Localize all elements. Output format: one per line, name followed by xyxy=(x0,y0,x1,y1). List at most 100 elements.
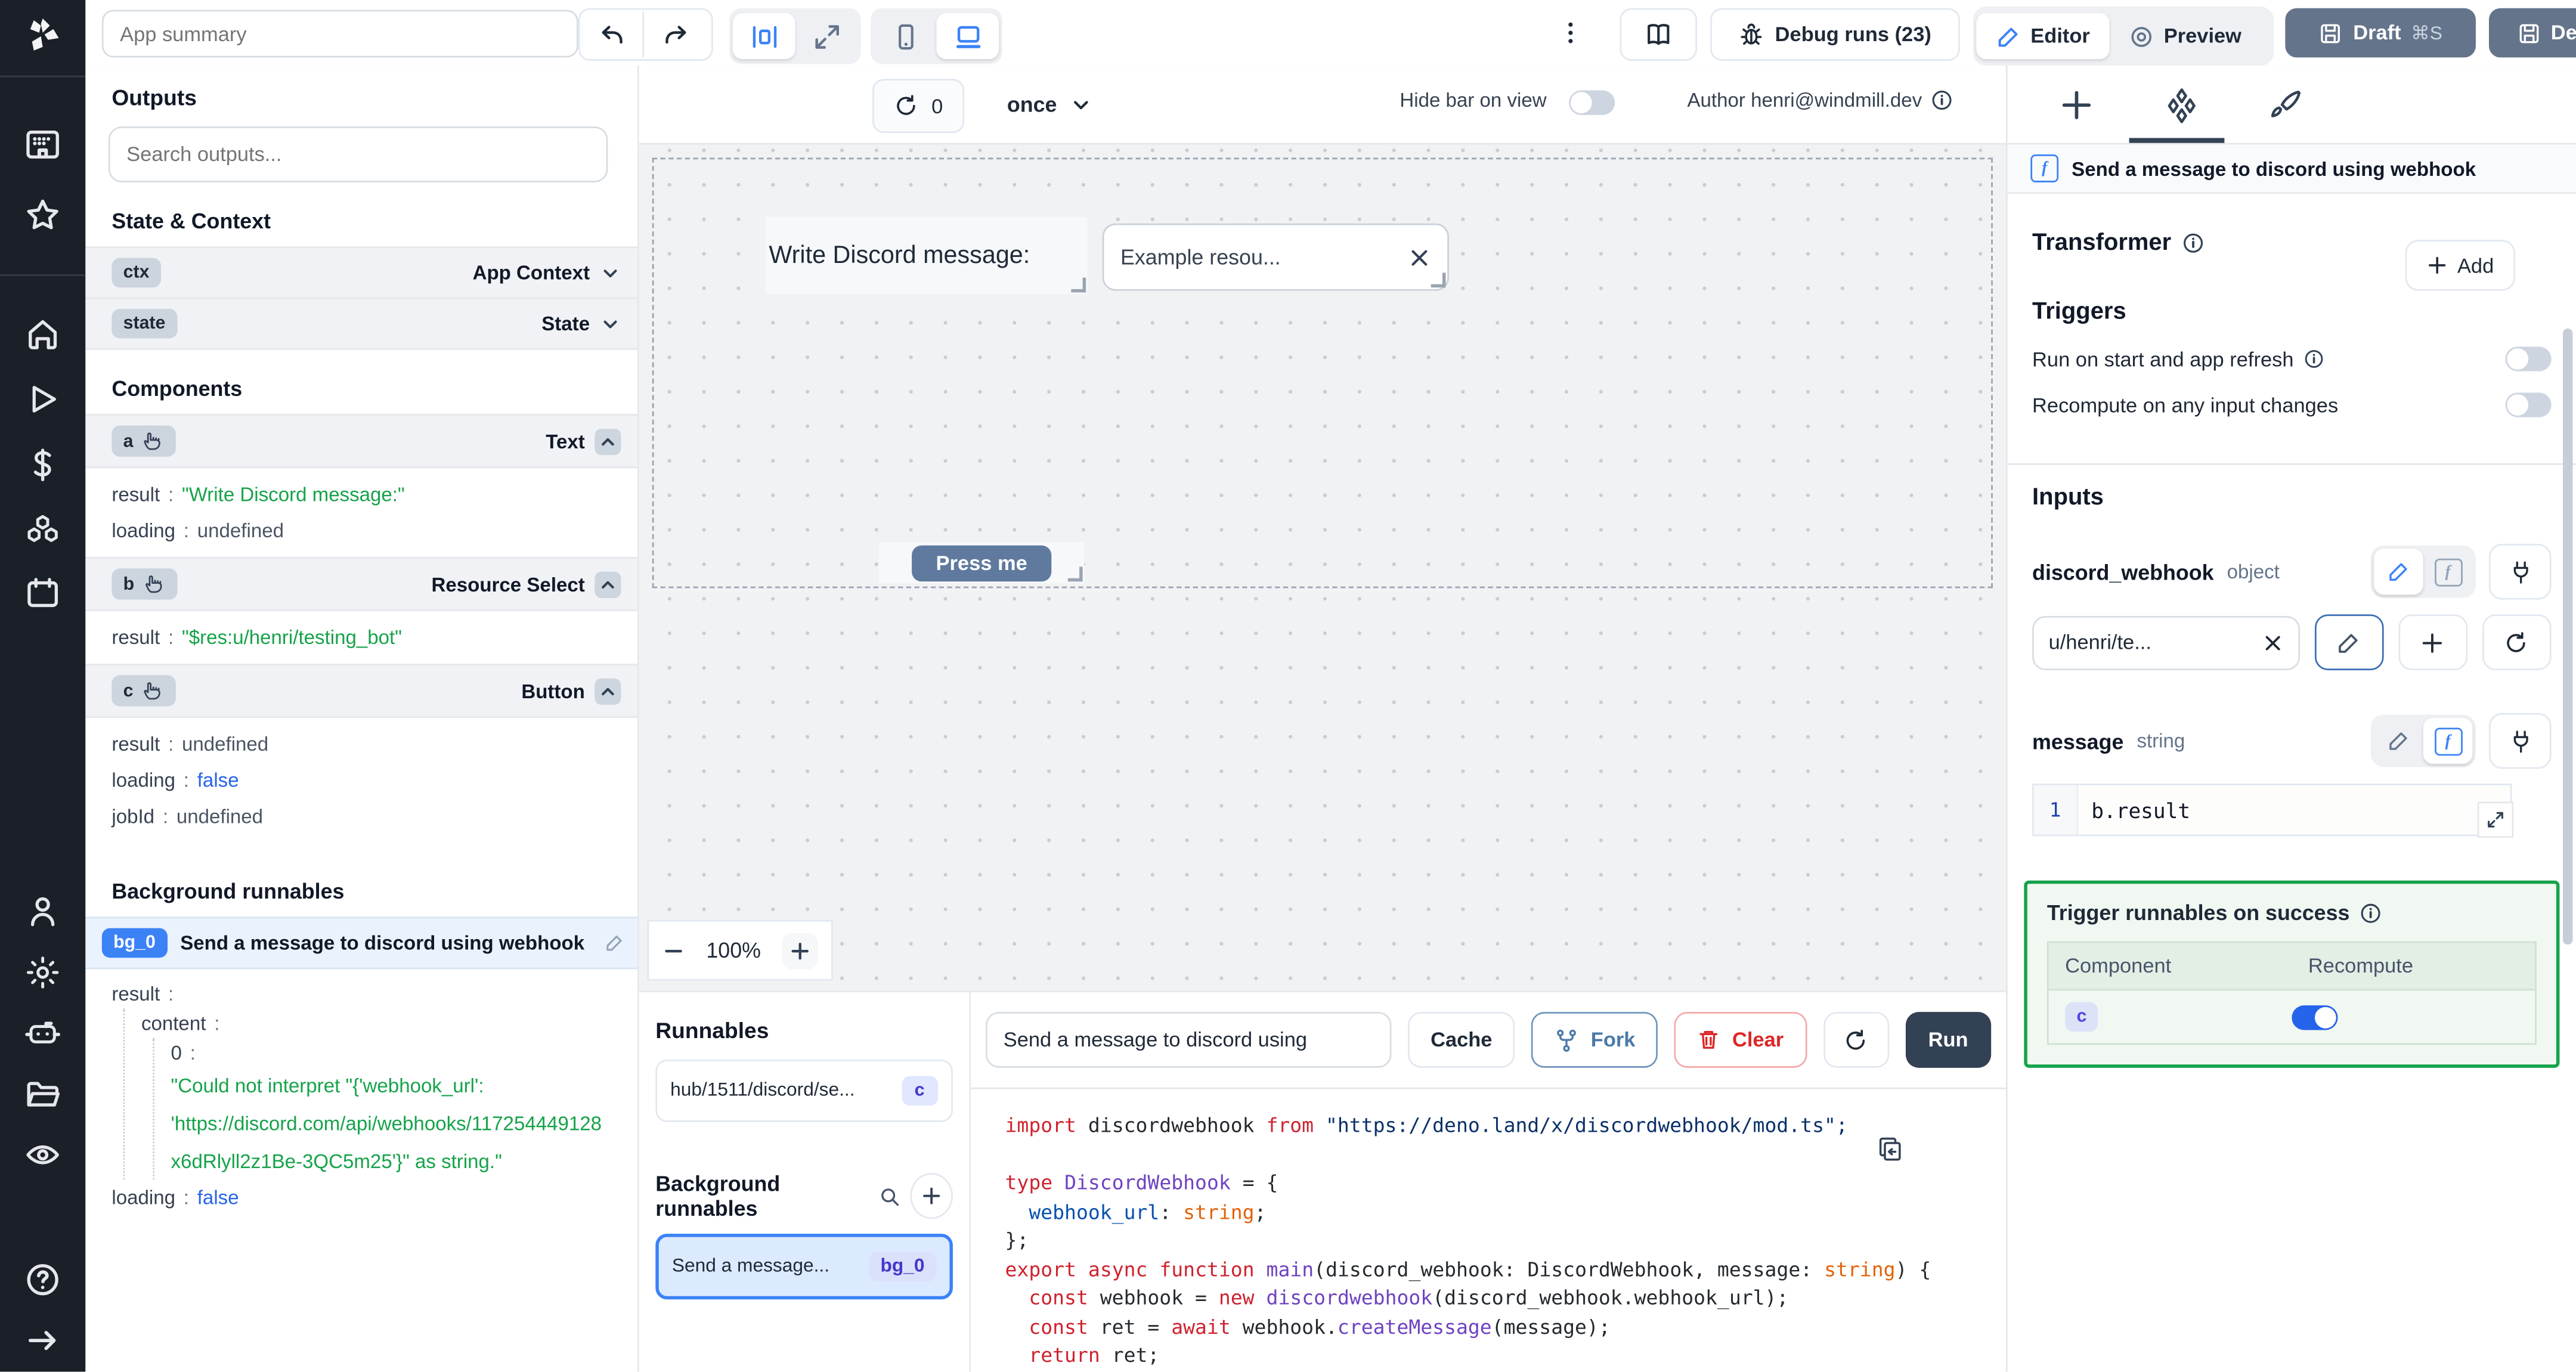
resize-handle[interactable] xyxy=(1071,277,1086,293)
add-transformer-button[interactable]: Add xyxy=(2404,240,2516,291)
preview-eye-icon xyxy=(2129,24,2154,48)
star-icon[interactable] xyxy=(24,197,61,234)
eval-f-icon[interactable]: f xyxy=(2423,717,2473,764)
recompute-toggle[interactable] xyxy=(2505,392,2552,417)
table-row: c xyxy=(2049,990,2535,1043)
selected-runnable-header[interactable]: f Send a message to discord using webhoo… xyxy=(2007,144,2576,194)
undo-button[interactable] xyxy=(580,11,644,58)
plug-icon-button[interactable] xyxy=(2488,713,2552,769)
copy-code-icon[interactable] xyxy=(1876,1135,1904,1163)
arrow-right-icon[interactable] xyxy=(24,1323,61,1359)
refresh-resource-button[interactable] xyxy=(2482,614,2552,671)
search-icon[interactable] xyxy=(878,1185,900,1207)
recompute-c-toggle[interactable] xyxy=(2292,1004,2338,1030)
add-bg-runnable-button[interactable] xyxy=(909,1173,953,1219)
resource-select-component[interactable]: Example resou... xyxy=(1102,223,1449,291)
tab-settings-components-icon[interactable] xyxy=(2163,87,2200,123)
info-icon[interactable] xyxy=(2303,348,2325,370)
scrollbar-thumb[interactable] xyxy=(2562,329,2573,945)
resize-handle[interactable] xyxy=(1067,566,1083,582)
apps-icon[interactable] xyxy=(24,126,61,163)
clear-x-icon[interactable] xyxy=(1408,246,1431,269)
dollar-icon[interactable] xyxy=(24,447,61,483)
search-outputs-input[interactable] xyxy=(108,126,608,182)
docs-button[interactable] xyxy=(1620,8,1698,61)
debug-runs-button[interactable]: Debug runs (23) xyxy=(1710,8,1960,61)
mobile-icon[interactable] xyxy=(874,13,937,59)
component-a-header[interactable]: a Text xyxy=(85,414,637,469)
static-pen-icon[interactable] xyxy=(2374,718,2423,764)
tab-styling-brush-icon[interactable] xyxy=(2267,87,2303,123)
person-icon[interactable] xyxy=(24,894,61,930)
calendar-icon[interactable] xyxy=(24,575,61,611)
line-number: 1 xyxy=(2033,785,2079,835)
tab-insert-plus-icon[interactable] xyxy=(2058,87,2095,123)
robot-icon[interactable] xyxy=(24,1015,61,1052)
app-summary-input[interactable] xyxy=(101,10,578,58)
button-component-wrapper[interactable]: Press me xyxy=(878,542,1085,584)
kebab-menu-icon[interactable] xyxy=(1558,17,1584,49)
expand-editor-icon[interactable] xyxy=(2477,801,2514,838)
refresh-count-button[interactable]: 0 xyxy=(872,79,965,134)
state-row[interactable]: state State xyxy=(85,299,637,350)
clear-x-icon[interactable] xyxy=(2262,631,2283,653)
info-icon[interactable] xyxy=(2360,901,2383,924)
deploy-button[interactable]: Deploy xyxy=(2488,8,2576,58)
press-me-button[interactable]: Press me xyxy=(912,544,1052,581)
clear-button[interactable]: Clear xyxy=(1674,1012,1807,1068)
expand-icon[interactable] xyxy=(795,13,857,59)
ctx-row[interactable]: ctx App Context xyxy=(85,246,637,299)
home-icon[interactable] xyxy=(24,315,61,352)
app-canvas[interactable]: Write Discord message: Example resou... … xyxy=(639,144,2006,991)
frequency-dropdown[interactable]: once xyxy=(990,79,1109,129)
redo-button[interactable] xyxy=(644,11,707,57)
hide-bar-toggle[interactable] xyxy=(1569,90,1615,115)
runnable-name-input[interactable] xyxy=(985,1012,1391,1068)
gear-icon[interactable] xyxy=(24,955,61,991)
chevron-down-icon[interactable] xyxy=(600,262,621,283)
edit-resource-pencil-button[interactable] xyxy=(2314,614,2384,671)
info-icon[interactable] xyxy=(2181,231,2205,255)
info-icon[interactable] xyxy=(1930,89,1953,112)
runnable-item[interactable]: hub/1511/discord/se... c xyxy=(655,1060,953,1122)
desktop-icon[interactable] xyxy=(936,13,999,60)
chevron-up-icon[interactable] xyxy=(595,677,621,704)
text-component[interactable]: Write Discord message: xyxy=(765,216,1088,295)
fork-button[interactable]: Fork xyxy=(1531,1012,1659,1068)
component-b-header[interactable]: b Resource Select xyxy=(85,556,637,611)
play-icon[interactable] xyxy=(24,381,61,417)
eval-f-icon[interactable]: f xyxy=(2423,549,2473,594)
resize-handle[interactable] xyxy=(1431,272,1446,288)
code-editor[interactable]: import discordwebhook from "https://deno… xyxy=(970,1087,2006,1372)
zoom-out-button[interactable] xyxy=(662,939,685,962)
input1-value-select[interactable]: u/henri/te... xyxy=(2032,615,2300,670)
bg0-row[interactable]: bg_0 Send a message to discord using web… xyxy=(85,916,637,970)
cubes-icon[interactable] xyxy=(24,511,61,547)
tab-preview[interactable]: Preview xyxy=(2110,13,2261,59)
static-pen-icon[interactable] xyxy=(2374,549,2423,595)
eye-icon[interactable] xyxy=(24,1137,61,1173)
plug-icon-button[interactable] xyxy=(2488,543,2552,600)
folder-icon[interactable] xyxy=(24,1076,61,1113)
center-layout-icon[interactable] xyxy=(732,13,795,60)
bg-runnable-item-selected[interactable]: Send a message... bg_0 xyxy=(655,1234,953,1300)
chevron-down-icon[interactable] xyxy=(600,313,621,335)
draft-button[interactable]: Draft ⌘S xyxy=(2285,8,2476,58)
edit-pencil-icon[interactable] xyxy=(605,933,624,953)
state-type-label: State xyxy=(541,312,590,336)
refresh-code-button[interactable] xyxy=(1823,1012,1889,1068)
add-resource-button[interactable] xyxy=(2398,614,2467,671)
recompute-label: Recompute on any input changes xyxy=(2032,393,2339,417)
chevron-up-icon[interactable] xyxy=(595,428,621,454)
input2-expression-editor[interactable]: 1 b.result xyxy=(2032,783,2514,838)
chevron-up-icon[interactable] xyxy=(595,571,621,597)
run-button[interactable]: Run xyxy=(1905,1012,1992,1068)
component-c-header[interactable]: c Button xyxy=(85,664,637,718)
help-icon[interactable] xyxy=(24,1262,61,1298)
windmill-logo[interactable] xyxy=(21,13,64,56)
ctx-badge: ctx xyxy=(112,258,161,288)
cache-button[interactable]: Cache xyxy=(1407,1012,1516,1068)
zoom-in-button[interactable] xyxy=(782,932,819,969)
run-on-start-toggle[interactable] xyxy=(2505,346,2552,371)
tab-editor[interactable]: Editor xyxy=(1976,13,2110,60)
